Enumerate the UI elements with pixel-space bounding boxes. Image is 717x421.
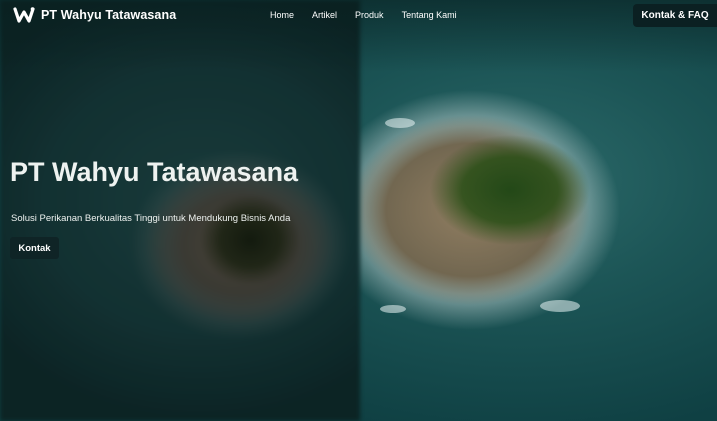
wave-foam [540,300,580,312]
contact-button[interactable]: Kontak [10,237,59,259]
hero-section: PT Wahyu Tatawasana Home Artikel Produk … [0,0,717,421]
nav-item-produk[interactable]: Produk [355,10,384,20]
top-navbar: PT Wahyu Tatawasana Home Artikel Produk … [0,0,717,32]
wave-foam [385,118,415,128]
hero-title: PT Wahyu Tatawasana [10,157,299,187]
nav-menu: Home Artikel Produk Tentang Kami [270,10,475,20]
w-logo-icon [13,7,35,23]
brand-link[interactable]: PT Wahyu Tatawasana [13,6,176,24]
nav-item-home[interactable]: Home [270,10,294,20]
hero-subtitle: Solusi Perikanan Berkualitas Tinggi untu… [11,213,291,224]
nav-item-tentang-kami[interactable]: Tentang Kami [402,10,457,20]
contact-faq-button[interactable]: Kontak & FAQ [633,4,717,27]
nav-item-artikel[interactable]: Artikel [312,10,337,20]
wave-foam [380,305,406,313]
brand-name: PT Wahyu Tatawasana [41,8,177,22]
